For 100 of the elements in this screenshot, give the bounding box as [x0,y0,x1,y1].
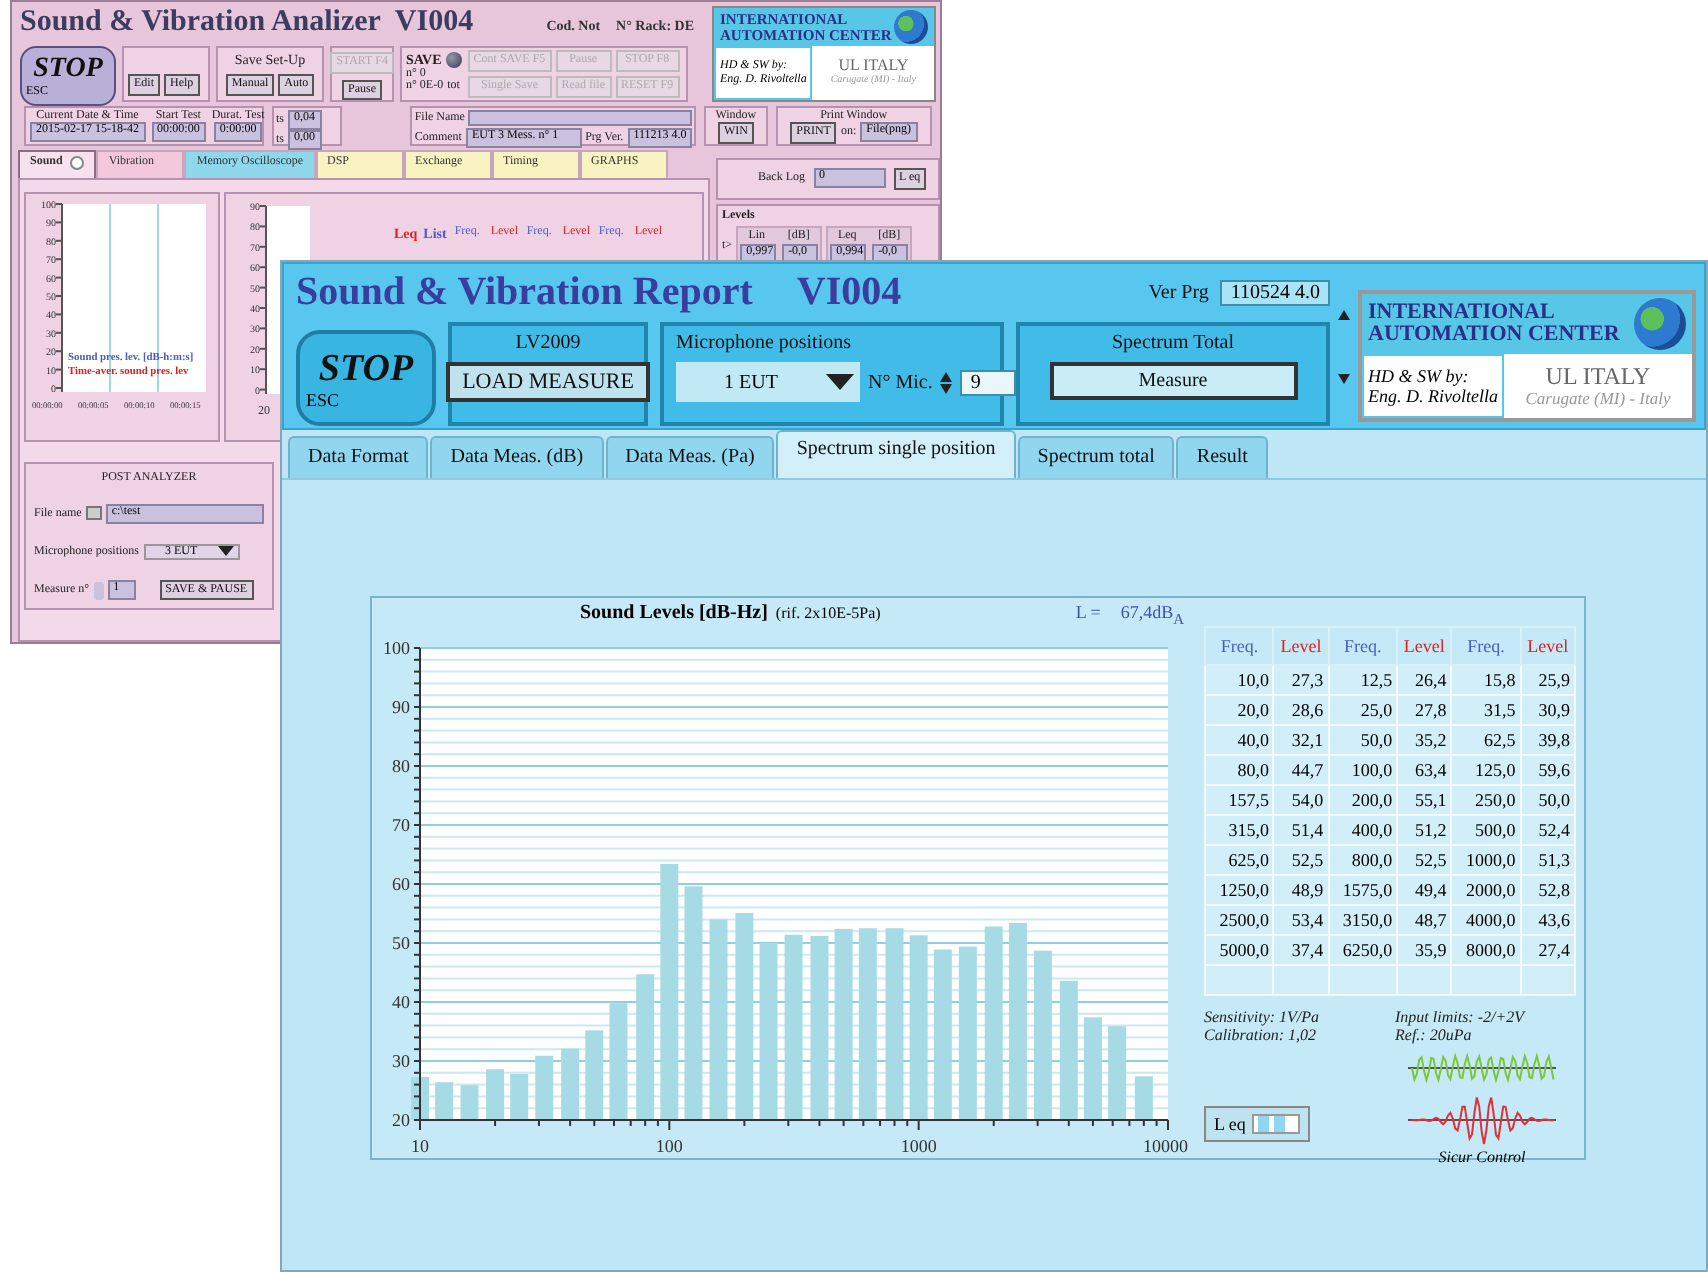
table-cell: 62,5 [1451,725,1521,755]
bar [535,1055,554,1120]
table-cell: 500,0 [1451,815,1521,845]
table-cell: 35,9 [1397,935,1452,965]
table-cell: 28,6 [1273,695,1329,725]
panel-title: LV2009 [515,332,581,354]
axis-tick-label: 40 [392,991,410,1012]
table-cell: 49,4 [1397,875,1452,905]
tab[interactable]: Data Meas. (Pa) [605,436,775,478]
axis-tick-label: 80 [392,755,410,776]
note-text: Calibration: 1,02 [1204,1026,1319,1044]
table-cell: 12,5 [1328,665,1398,695]
table-cell: 100,0 [1328,755,1398,785]
company-name: UL ITALY [1545,363,1651,390]
axis-tick-label: 20 [392,1109,410,1130]
microphone-dropdown[interactable]: 1 EUT [676,362,860,402]
table-cell: 4000,0 [1451,905,1521,935]
table-cell: 39,8 [1520,725,1575,755]
table-cell: 51,3 [1520,845,1575,875]
table-cell: 10,0 [1205,665,1274,695]
axis-tick-label: 90 [392,696,410,717]
logo-text: AUTOMATION CENTER [1368,324,1622,346]
axis-tick-label: 60 [392,873,410,894]
bar [486,1068,505,1120]
window-title: Sound & Vibration Report [296,269,753,315]
note-text: Sensitivity: 1V/Pa [1204,1008,1322,1026]
measure-button[interactable]: Measure [1049,362,1297,400]
bar [561,1048,580,1120]
table-cell: 51,2 [1397,815,1452,845]
file-name-field[interactable] [468,110,693,126]
axis-tick-label: 10 [411,1135,429,1156]
mic-count-field[interactable]: 9 [960,369,1017,395]
panel-title: Spectrum Total [1111,332,1235,354]
folder-icon[interactable] [85,506,102,521]
table-cell: 157,5 [1205,785,1274,815]
table-cell: 625,0 [1205,845,1274,875]
tab[interactable]: Data Format [288,436,429,478]
bar [510,1073,529,1120]
tab[interactable]: Spectrum total [1017,436,1175,478]
table-cell: 1250,0 [1205,875,1274,905]
table-cell: 125,0 [1451,755,1521,785]
table-cell: 35,2 [1397,725,1452,755]
version-field: 110524 4.0 [1220,279,1330,305]
tab[interactable]: Data Meas. (dB) [430,436,604,478]
leq-button[interactable]: L eq [1204,1106,1310,1142]
axis-tick-label: 30 [392,1050,410,1071]
stop-button[interactable]: STOP ESC [296,330,436,426]
chart-subtitle: (rif. 2x10E-5Pa) [775,604,881,622]
table-cell: 50,0 [1328,725,1398,755]
table-cell: 44,7 [1273,755,1329,785]
table-cell: 55,1 [1397,785,1452,815]
field-label: N° Mic. [868,371,933,393]
table-cell: 15,8 [1451,665,1521,695]
axis-tick-label: 100 [383,637,410,658]
table-cell: 8000,0 [1451,935,1521,965]
table-cell: 400,0 [1328,815,1398,845]
globe-icon [894,10,928,44]
table-cell: 315,0 [1205,815,1274,845]
table-cell: 5000,0 [1205,935,1274,965]
note-text: Ref.: 20uPa [1395,1026,1474,1044]
table-cell: 52,5 [1397,845,1452,875]
axis-tick-label: 50 [392,932,410,953]
table-cell: 52,5 [1273,845,1329,875]
bar [585,1029,604,1120]
table-cell: 27,8 [1397,695,1452,725]
table-cell: 31,5 [1451,695,1521,725]
total-value: 67,4dB$_{A}$ [1120,602,1184,628]
company-place: Carugate (MI) - Italy [1525,389,1671,409]
table-cell: 200,0 [1328,785,1398,815]
table-cell: 26,4 [1397,665,1452,695]
load-measure-button[interactable]: LOAD MEASURE [446,362,650,402]
led-icon [445,52,462,68]
table-cell: 27,3 [1273,665,1329,695]
table-cell: 40,0 [1205,725,1274,755]
table-cell: 43,6 [1520,905,1575,935]
table-cell: 20,0 [1205,695,1274,725]
table-cell: 1000,0 [1451,845,1521,875]
table-cell: 250,0 [1451,785,1521,815]
table-cell: 54,0 [1273,785,1329,815]
credit-text: HD & SW by: [1368,365,1471,386]
brand-name: Sicur Control [1438,1148,1526,1166]
table-cell: 51,4 [1273,815,1329,845]
tab[interactable]: Spectrum single position [776,430,1016,478]
bar [435,1081,454,1120]
total-label: L = [1075,602,1101,622]
table-cell: 80,0 [1205,755,1274,785]
table-cell: 30,9 [1520,695,1575,725]
window-title: Sound & Vibration Analizer VI004 [20,6,474,40]
tab[interactable]: Result [1176,436,1268,478]
globe-icon [1634,298,1686,350]
table-cell: 63,4 [1397,755,1452,785]
version-label: Ver Prg [1148,281,1209,303]
table-cell: 32,1 [1273,725,1329,755]
bar [1108,1025,1127,1120]
table-cell: 52,8 [1520,875,1575,905]
company-name: UL ITALY [838,58,909,75]
table-cell: 48,7 [1397,905,1452,935]
table-cell: 25,0 [1328,695,1398,725]
axis-tick-label: 1000 [900,1135,937,1156]
axis-tick-label: 70 [392,814,410,835]
